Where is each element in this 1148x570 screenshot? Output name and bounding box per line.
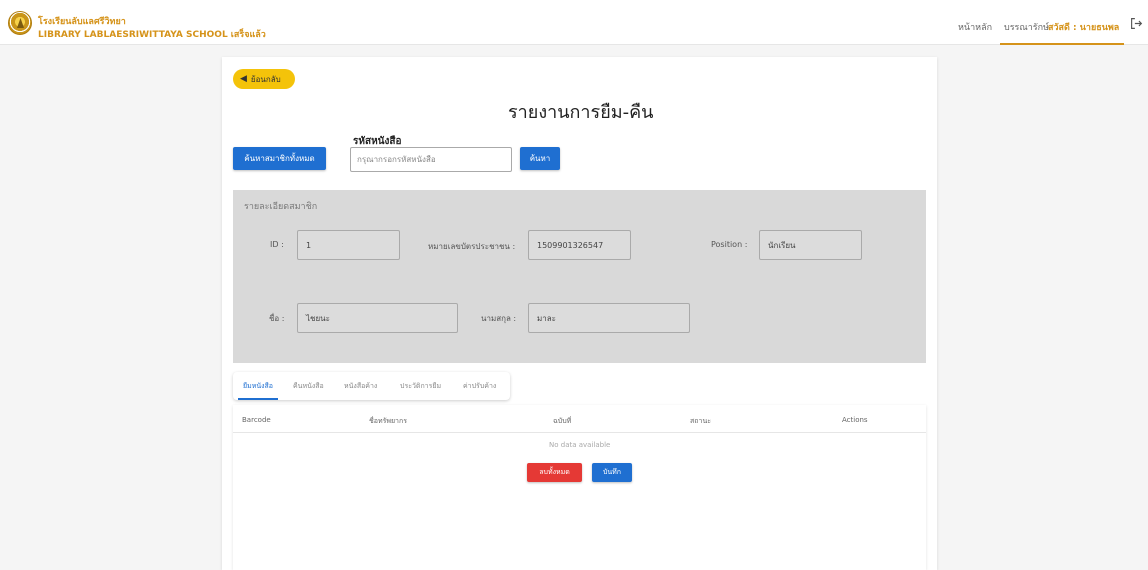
member-details-title: รายละเอียดสมาชิก	[244, 202, 318, 212]
active-tab-indicator	[238, 398, 278, 400]
brand-title: โรงเรียนลับแลศรีวิทยา	[38, 17, 126, 27]
tab-borrow-history[interactable]: ประวัติการยืม	[400, 381, 441, 392]
arrow-left-icon: ◀	[240, 74, 247, 84]
first-name-field: ไชยนะ	[297, 303, 458, 333]
last-name-field: มาละ	[528, 303, 690, 333]
search-all-members-button[interactable]: ค้นหาสมาชิกทั้งหมด	[233, 147, 326, 170]
national-id-field: 1509901326547	[528, 230, 631, 260]
page-title: รายงานการยืม-คืน	[508, 102, 654, 123]
table-header-actions: Actions	[842, 416, 868, 424]
first-name-label: ชื่อ :	[269, 314, 285, 323]
id-field: 1	[297, 230, 400, 260]
tab-overdue-books[interactable]: หนังสือค้าง	[344, 381, 377, 392]
national-id-label: หมายเลขบัตรประชาชน :	[428, 242, 516, 251]
table-empty-message: No data available	[549, 441, 611, 449]
search-button[interactable]: ค้นหา	[520, 147, 560, 170]
table-header-barcode[interactable]: Barcode	[242, 416, 271, 424]
borrow-table	[233, 405, 926, 570]
book-code-input[interactable]: กรุณากรอกรหัสหนังสือ	[350, 147, 512, 172]
last-name-label: นามสกุล :	[481, 314, 517, 323]
member-details-panel	[233, 190, 926, 363]
tab-outstanding-fines[interactable]: ค่าปรับค้าง	[463, 381, 496, 392]
top-app-bar: โรงเรียนลับแลศรีวิทยา LIBRARY LABLAESRIW…	[0, 0, 1148, 45]
nav-home-link[interactable]: หน้าหลัก	[958, 20, 992, 34]
position-field: นักเรียน	[759, 230, 862, 260]
table-header-resource-name[interactable]: ชื่อทรัพยากร	[369, 416, 407, 427]
id-label: ID :	[270, 240, 284, 249]
nav-librarian-link[interactable]: บรรณารักษ์	[1004, 20, 1049, 34]
logout-icon[interactable]	[1130, 17, 1143, 30]
brand-subtitle: LIBRARY LABLAESRIWITTAYA SCHOOL เสร็จแล้…	[38, 30, 266, 40]
table-header-divider	[233, 432, 926, 433]
back-button-label: ย้อนกลับ	[250, 74, 281, 84]
tab-return[interactable]: คืนหนังสือ	[293, 381, 324, 392]
delete-all-button[interactable]: ลบทั้งหมด	[527, 463, 582, 482]
user-greeting: สวัสดี : นายธนพล	[1048, 23, 1120, 33]
back-button[interactable]: ◀ ย้อนกลับ	[233, 69, 295, 89]
position-label: Position :	[711, 240, 748, 249]
table-header-copy-number[interactable]: ฉบับที่	[553, 416, 571, 427]
table-header-status[interactable]: สถานะ	[690, 416, 711, 427]
school-emblem-icon	[8, 11, 32, 35]
nav-active-indicator	[1000, 43, 1124, 45]
save-button[interactable]: บันทึก	[592, 463, 632, 482]
tab-borrow[interactable]: ยืมหนังสือ	[243, 381, 273, 392]
